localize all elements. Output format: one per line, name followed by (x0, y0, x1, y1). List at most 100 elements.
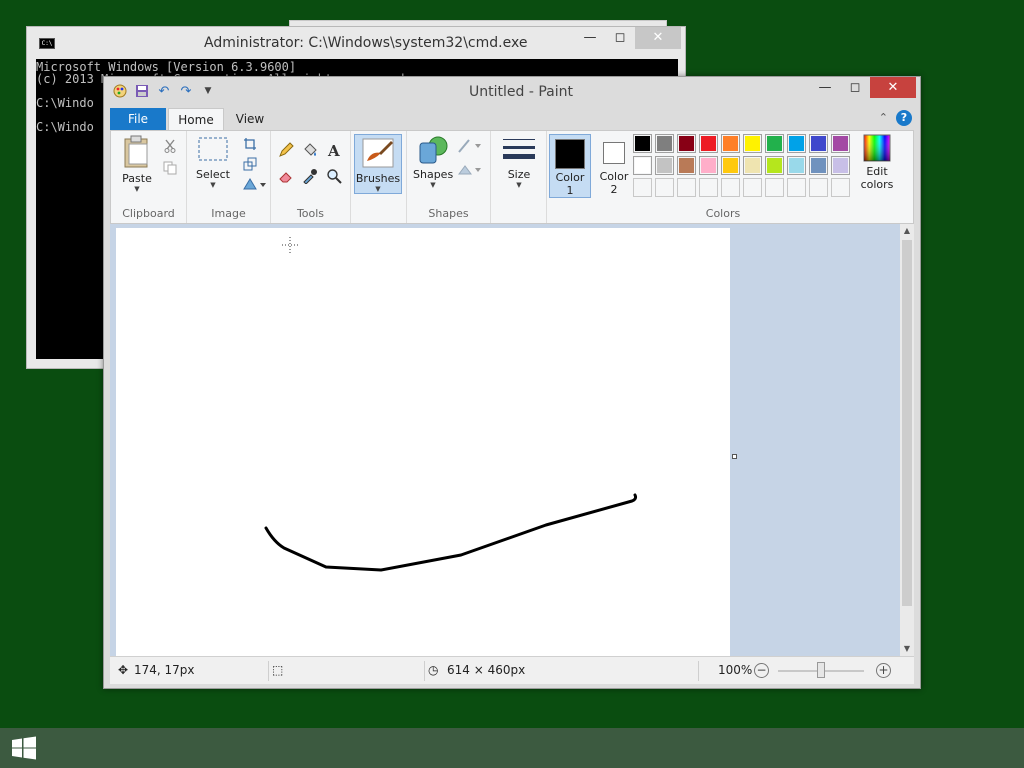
canvas-size-icon: ◷ (428, 663, 439, 677)
color-swatch[interactable] (699, 178, 718, 197)
scroll-up-icon[interactable]: ▲ (900, 224, 914, 238)
color-swatch[interactable] (787, 156, 806, 175)
color-swatch[interactable] (831, 134, 850, 153)
minimize-ribbon-icon[interactable]: ⌃ (879, 111, 888, 124)
edit-colors-label-2: colors (860, 178, 894, 191)
color-spectrum-icon (863, 134, 891, 162)
color-swatch[interactable] (721, 134, 740, 153)
copy-icon[interactable] (161, 159, 179, 177)
tab-file[interactable]: File (110, 108, 166, 130)
scroll-down-icon[interactable]: ▼ (900, 642, 914, 656)
paint-minimize-button[interactable]: — (810, 77, 840, 98)
customize-toolbar-icon[interactable]: ▼ (200, 83, 216, 99)
color-swatch[interactable] (699, 156, 718, 175)
crop-icon[interactable] (241, 135, 259, 153)
color-swatch[interactable] (655, 134, 674, 153)
shapes-button[interactable]: Shapes ▼ (413, 135, 453, 189)
color-swatch[interactable] (677, 134, 696, 153)
color-swatch[interactable] (743, 134, 762, 153)
cut-icon[interactable] (161, 137, 179, 155)
start-button[interactable] (10, 736, 38, 760)
color-swatch[interactable] (743, 156, 762, 175)
redo-icon[interactable]: ↷ (178, 83, 194, 99)
fill-icon[interactable] (457, 161, 483, 179)
cmd-titlebar[interactable]: C:\ Administrator: C:\Windows\system32\c… (27, 27, 685, 59)
ribbon-tabbar: File Home View ⌃ ? (110, 107, 914, 131)
save-icon[interactable] (134, 83, 150, 99)
size-button[interactable]: Size ▼ (499, 135, 539, 189)
selection-size-icon: ⬚ (272, 663, 284, 677)
taskbar (0, 728, 1024, 768)
color1-number: 1 (566, 184, 574, 197)
color-swatch[interactable] (787, 178, 806, 197)
zoom-slider-thumb[interactable] (817, 662, 825, 678)
eraser-icon[interactable] (277, 167, 295, 185)
paint-window-title: Untitled - Paint (469, 84, 573, 100)
zoom-in-button[interactable]: + (876, 663, 891, 678)
color-swatch[interactable] (633, 178, 652, 197)
canvas-area[interactable] (110, 224, 900, 656)
resize-icon[interactable] (241, 155, 259, 173)
tab-home[interactable]: Home (168, 108, 224, 131)
cmd-close-button[interactable]: ✕ (635, 27, 681, 49)
select-button[interactable]: Select ▼ (193, 135, 233, 189)
zoom-level: 100% (718, 663, 753, 677)
color-swatch[interactable] (721, 178, 740, 197)
cmd-maximize-button[interactable]: ◻ (605, 27, 635, 49)
tab-view[interactable]: View (230, 108, 270, 130)
paint-close-button[interactable]: ✕ (870, 77, 916, 98)
color-swatch[interactable] (765, 134, 784, 153)
drawing-canvas[interactable] (116, 228, 730, 656)
color-swatch[interactable] (633, 156, 652, 175)
color2-button[interactable]: Color 2 (595, 134, 633, 198)
color-swatch[interactable] (655, 156, 674, 175)
color-swatch[interactable] (809, 178, 828, 197)
color-swatch[interactable] (633, 134, 652, 153)
scroll-thumb[interactable] (902, 240, 912, 606)
pencil-icon[interactable] (277, 141, 295, 159)
size-group: Size ▼ (491, 131, 547, 223)
help-icon[interactable]: ? (896, 110, 912, 126)
paint-titlebar[interactable]: ↶ ↷ ▼ Untitled - Paint — ◻ ✕ (104, 77, 920, 107)
color-picker-icon[interactable] (301, 167, 319, 185)
paste-button[interactable]: Paste ▼ (117, 135, 157, 193)
magnifier-icon[interactable] (325, 167, 343, 185)
color-swatch[interactable] (721, 156, 740, 175)
undo-icon[interactable]: ↶ (156, 83, 172, 99)
chevron-down-icon: ▼ (210, 181, 216, 189)
color-swatch[interactable] (677, 178, 696, 197)
paint-app-icon[interactable] (112, 83, 128, 99)
color-swatch[interactable] (809, 156, 828, 175)
cmd-window-controls: — ◻ ✕ (575, 27, 681, 49)
color-swatch[interactable] (677, 156, 696, 175)
color-swatch[interactable] (787, 134, 806, 153)
color-swatch[interactable] (655, 178, 674, 197)
color-swatch[interactable] (699, 134, 718, 153)
edit-colors-button[interactable]: Edit colors (857, 134, 897, 198)
outline-icon[interactable] (457, 137, 483, 155)
color1-button[interactable]: Color 1 (549, 134, 591, 198)
color-swatch-fill (811, 158, 826, 173)
brushes-button[interactable]: Brushes ▼ (354, 134, 402, 194)
vertical-scrollbar[interactable]: ▲ ▼ (900, 224, 914, 656)
color-swatch[interactable] (765, 156, 784, 175)
paint-window[interactable]: ↶ ↷ ▼ Untitled - Paint — ◻ ✕ File Home V… (103, 76, 921, 689)
cursor-position: 174, 17px (134, 663, 195, 677)
svg-text:A: A (327, 142, 340, 158)
rotate-icon[interactable] (241, 175, 267, 193)
canvas-resize-handle[interactable] (732, 454, 737, 459)
color-swatch-fill (833, 136, 848, 151)
cmd-minimize-button[interactable]: — (575, 27, 605, 49)
color-swatch-fill (635, 136, 650, 151)
zoom-out-button[interactable]: − (754, 663, 769, 678)
color-swatch[interactable] (765, 178, 784, 197)
color-swatch[interactable] (831, 156, 850, 175)
fill-bucket-icon[interactable] (301, 141, 319, 159)
color-swatch[interactable] (743, 178, 762, 197)
color-swatch-fill (745, 136, 760, 151)
color-swatch-fill (701, 180, 716, 195)
paint-maximize-button[interactable]: ◻ (840, 77, 870, 98)
color-swatch[interactable] (831, 178, 850, 197)
text-icon[interactable]: A (325, 141, 343, 159)
color-swatch[interactable] (809, 134, 828, 153)
